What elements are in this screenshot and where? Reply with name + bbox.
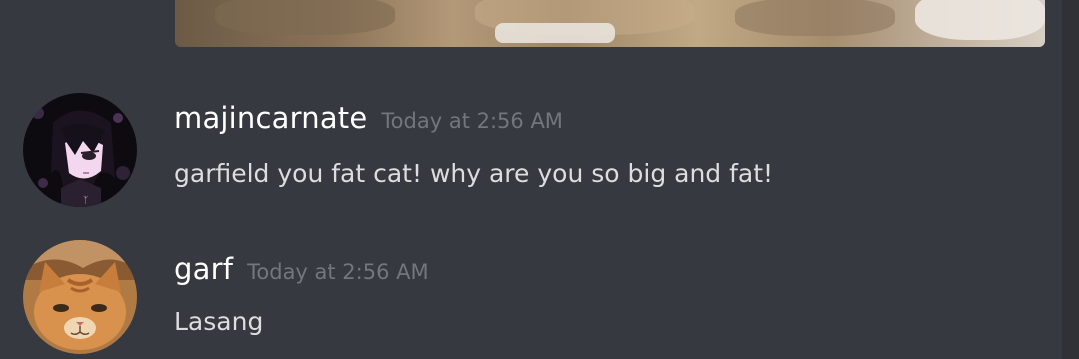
- timestamp: Today at 2:56 AM: [247, 260, 429, 284]
- message-header: garf Today at 2:56 AM: [174, 252, 429, 286]
- orange-cat-avatar-icon: [23, 240, 137, 354]
- anime-character-avatar-icon: ᛉ: [23, 93, 137, 207]
- message-text: garfield you fat cat! why are you so big…: [174, 159, 774, 188]
- avatar[interactable]: [23, 240, 137, 354]
- svg-text:ᛉ: ᛉ: [83, 195, 88, 206]
- chat-message-list: ᛉ majincarnate Today at 2:56 AM garfield …: [0, 0, 1079, 359]
- message-header: majincarnate Today at 2:56 AM: [174, 101, 563, 135]
- username[interactable]: garf: [174, 252, 233, 286]
- message: ᛉ majincarnate Today at 2:56 AM garfield …: [0, 93, 1060, 207]
- message-text: Lasang: [174, 307, 264, 336]
- timestamp: Today at 2:56 AM: [381, 109, 563, 133]
- scrollbar-track[interactable]: [1062, 0, 1079, 359]
- image-attachment[interactable]: [175, 0, 1045, 47]
- username[interactable]: majincarnate: [174, 101, 367, 135]
- avatar[interactable]: ᛉ: [23, 93, 137, 207]
- message: garf Today at 2:56 AM Lasang: [0, 240, 1060, 355]
